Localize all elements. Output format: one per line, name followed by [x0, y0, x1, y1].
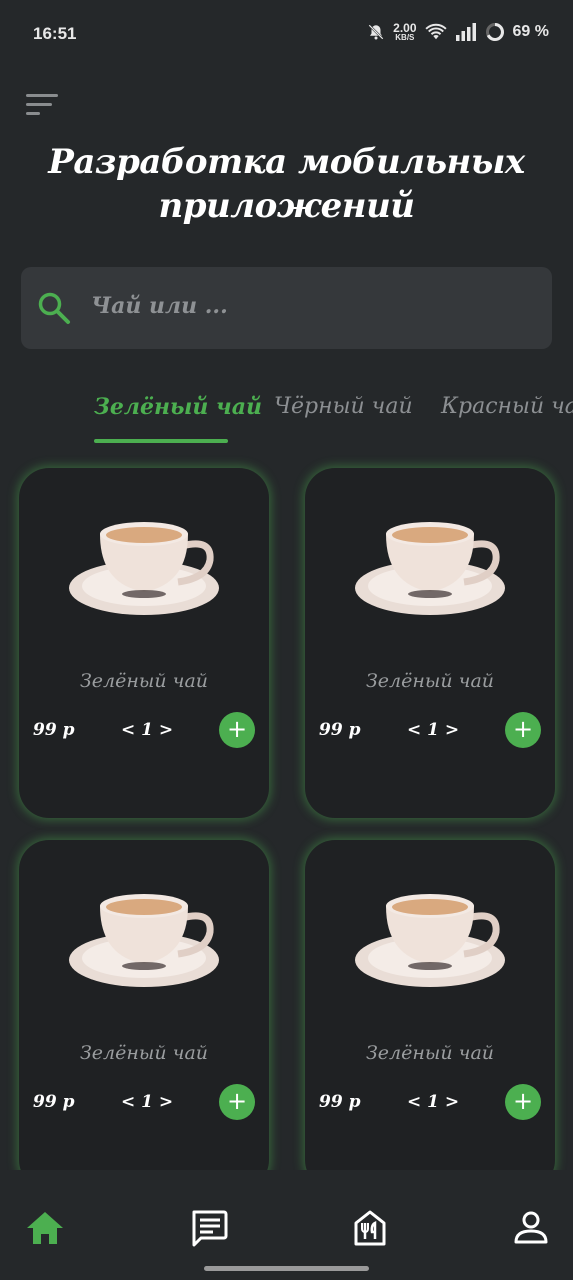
quantity-stepper[interactable]: < 1 >	[407, 1092, 459, 1112]
tab-black-tea[interactable]: Чёрный чай	[274, 394, 413, 419]
product-name: Зелёный чай	[365, 1042, 495, 1064]
bottom-nav	[0, 1170, 573, 1280]
product-price: 99 р	[319, 1092, 361, 1112]
page-title: Разработка мобильных приложений	[48, 142, 525, 226]
tab-green-tea[interactable]: Зелёный чай	[94, 394, 262, 420]
product-card[interactable]: Зелёный чай 99 р < 1 > +	[19, 468, 269, 818]
product-price: 99 р	[33, 720, 75, 740]
quantity-stepper[interactable]: < 1 >	[121, 1092, 173, 1112]
network-speed: 2.00 KB/S	[393, 21, 417, 42]
search-input[interactable]: Чай или ...	[21, 267, 552, 349]
status-time: 16:51	[33, 24, 77, 43]
status-bar: 16:51 2.00 KB/S 69 %	[0, 0, 573, 66]
product-name: Зелёный чай	[365, 670, 495, 692]
quantity-stepper[interactable]: < 1 >	[407, 720, 459, 740]
tea-cup-image	[69, 522, 219, 615]
mute-bell-icon	[368, 24, 384, 40]
category-tabs: Зелёный чай Чёрный чай Красный чай	[0, 390, 573, 450]
tea-cup-image	[355, 894, 505, 987]
signal-icon	[455, 23, 476, 41]
battery-level: 69 %	[512, 23, 549, 40]
search-placeholder: Чай или ...	[91, 293, 228, 319]
product-card[interactable]: Зелёный чай 99 р < 1 > +	[305, 840, 555, 1190]
menu-icon[interactable]	[26, 94, 58, 118]
status-icons: 2.00 KB/S 69 %	[367, 22, 549, 42]
active-tab-indicator	[94, 439, 228, 443]
battery-ring-icon	[485, 23, 504, 41]
home-indicator[interactable]	[204, 1266, 369, 1271]
search-icon	[38, 292, 70, 324]
product-name: Зелёный чай	[79, 670, 209, 692]
add-to-cart-button[interactable]: +	[505, 712, 541, 748]
product-card[interactable]: Зелёный чай 99 р < 1 > +	[305, 468, 555, 818]
add-to-cart-button[interactable]: +	[219, 712, 255, 748]
tab-red-tea[interactable]: Красный чай	[441, 394, 573, 419]
wifi-icon	[424, 23, 447, 40]
product-name: Зелёный чай	[79, 1042, 209, 1064]
quantity-stepper[interactable]: < 1 >	[121, 720, 173, 740]
tea-cup-image	[355, 522, 505, 615]
product-card[interactable]: Зелёный чай 99 р < 1 > +	[19, 840, 269, 1190]
product-price: 99 р	[33, 1092, 75, 1112]
home-icon[interactable]	[23, 1206, 67, 1250]
add-to-cart-button[interactable]: +	[505, 1084, 541, 1120]
add-to-cart-button[interactable]: +	[219, 1084, 255, 1120]
tea-cup-image	[69, 894, 219, 987]
restaurant-icon[interactable]	[348, 1206, 392, 1250]
chat-icon[interactable]	[187, 1206, 231, 1250]
product-price: 99 р	[319, 720, 361, 740]
profile-icon[interactable]	[509, 1206, 553, 1250]
